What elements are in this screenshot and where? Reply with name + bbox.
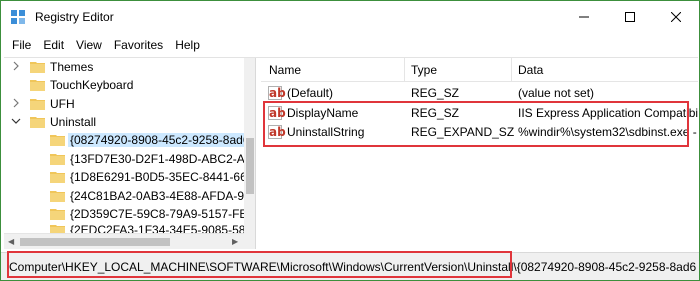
maximize-button[interactable] <box>607 1 653 33</box>
highlight-box-path <box>7 251 512 278</box>
title-bar: Registry Editor <box>1 1 699 33</box>
value-type: REG_SZ <box>411 86 460 100</box>
folder-icon <box>30 62 45 73</box>
column-data[interactable]: Data <box>518 63 543 77</box>
registry-editor-window: Registry Editor File Edit View Favorites… <box>0 0 700 281</box>
folder-icon <box>50 191 65 202</box>
window-title: Registry Editor <box>35 10 114 24</box>
close-icon <box>671 12 681 22</box>
folder-icon <box>30 99 45 110</box>
tree-item[interactable]: {13FD7E30-D2F1-498D-ABC2-A4 <box>4 150 251 168</box>
key-tree[interactable]: Themes TouchKeyboard UFH Uninstall {0827… <box>4 58 256 249</box>
tree-item[interactable]: UFH <box>4 95 244 113</box>
menu-favorites[interactable]: Favorites <box>108 35 169 55</box>
tree-item-label: Uninstall <box>50 115 97 129</box>
menu-help[interactable]: Help <box>169 35 206 55</box>
highlight-box-values <box>263 101 689 147</box>
folder-icon <box>50 135 65 146</box>
close-button[interactable] <box>653 1 699 33</box>
tree-horizontal-scrollbar[interactable]: ◀ ▶ <box>4 233 244 249</box>
tree-item-selected[interactable]: {08274920-8908-45c2-9258-8ad6 <box>4 131 252 149</box>
folder-icon <box>30 80 45 91</box>
menu-view[interactable]: View <box>70 35 108 55</box>
tree-item-label: {13FD7E30-D2F1-498D-ABC2-A4 <box>70 152 252 166</box>
tree-item-label: {24C81BA2-0AB3-4E88-AFDA-9A <box>70 189 253 203</box>
folder-icon <box>50 154 65 165</box>
scroll-right-icon[interactable]: ▶ <box>232 237 238 246</box>
tree-vertical-scrollbar[interactable] <box>244 58 255 249</box>
values-list[interactable]: Name Type Data ab (Default) REG_SZ (valu… <box>261 58 698 249</box>
tree-item-label: UFH <box>50 97 75 111</box>
scroll-left-icon[interactable]: ◀ <box>8 237 14 246</box>
value-name: (Default) <box>287 86 334 100</box>
column-header: Name Type Data <box>261 58 698 82</box>
tree-item[interactable]: Uninstall <box>4 113 244 131</box>
tree-item-label: TouchKeyboard <box>50 78 134 92</box>
folder-icon <box>50 209 65 220</box>
chevron-right-icon[interactable] <box>10 60 22 72</box>
scrollbar-thumb[interactable] <box>246 138 254 194</box>
tree-item[interactable]: Themes <box>4 58 244 76</box>
scrollbar-thumb[interactable] <box>20 238 170 246</box>
tree-item[interactable]: {24C81BA2-0AB3-4E88-AFDA-9A <box>4 187 252 205</box>
chevron-right-icon[interactable] <box>10 97 22 109</box>
column-type[interactable]: Type <box>411 63 437 77</box>
tree-item-label: {2D359C7E-59C8-79A9-5157-FEC <box>70 207 256 221</box>
menu-edit[interactable]: Edit <box>37 35 70 55</box>
tree-item[interactable]: {1D8E6291-B0D5-35EC-8441-661 <box>4 168 253 186</box>
tree-item[interactable]: TouchKeyboard <box>4 76 244 94</box>
maximize-icon <box>625 12 635 22</box>
panes: Themes TouchKeyboard UFH Uninstall {0827… <box>4 57 698 249</box>
minimize-icon <box>579 16 589 18</box>
tree-item-label: {1D8E6291-B0D5-35EC-8441-661 <box>70 170 254 184</box>
minimize-button[interactable] <box>561 1 607 33</box>
folder-icon <box>50 172 65 183</box>
menu-file[interactable]: File <box>6 35 37 55</box>
value-data: (value not set) <box>518 86 595 100</box>
value-row[interactable]: ab (Default) REG_SZ (value not set) <box>261 84 698 102</box>
tree-item-label: Themes <box>50 60 94 74</box>
column-divider[interactable] <box>511 58 512 82</box>
tree-item-label: {08274920-8908-45c2-9258-8ad6 <box>68 133 252 147</box>
column-divider[interactable] <box>404 58 405 82</box>
chevron-down-icon[interactable] <box>10 115 22 127</box>
folder-open-icon <box>30 117 45 128</box>
column-name[interactable]: Name <box>269 63 301 77</box>
menu-bar: File Edit View Favorites Help <box>1 35 699 55</box>
registry-editor-icon <box>11 10 25 24</box>
string-value-icon: ab <box>268 86 286 100</box>
